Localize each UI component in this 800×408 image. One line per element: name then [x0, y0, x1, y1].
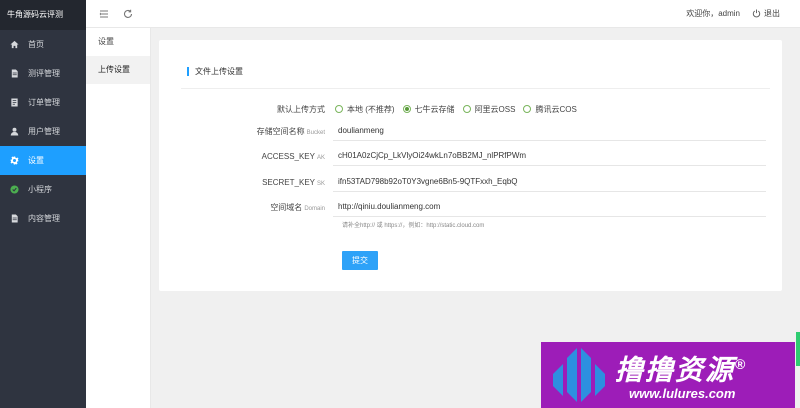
- watermark-url: www.lulures.com: [629, 386, 736, 402]
- sidebar-item-miniprogram[interactable]: 小程序: [0, 175, 86, 204]
- watermark-title-text: 撸撸资源: [615, 354, 736, 386]
- order-icon: [9, 98, 19, 108]
- sidebar-item-settings[interactable]: 设置: [0, 146, 86, 175]
- watermark-registered-mark: ®: [735, 355, 748, 372]
- secret-key-label-text: SECRET_KEY: [262, 177, 315, 187]
- domain-row: 空间域名 Domain: [159, 197, 782, 217]
- power-icon: [752, 9, 761, 18]
- radio-local[interactable]: 本地 (不推荐): [335, 104, 395, 115]
- secret-key-label-sub: SK: [316, 180, 325, 187]
- radio-aliyun-oss[interactable]: 阿里云OSS: [462, 104, 516, 115]
- radio-circle[interactable]: [462, 105, 471, 113]
- sidebar-item-content[interactable]: 内容管理: [0, 204, 86, 233]
- sidebar-item-home[interactable]: 首页: [0, 30, 86, 59]
- gear-icon: [9, 156, 19, 166]
- bucket-label-text: 存储空间名称: [256, 126, 305, 136]
- bucket-label-sub: Bucket: [306, 129, 325, 136]
- file-icon: [9, 214, 19, 224]
- settings-subnav: 设置 上传设置: [86, 28, 151, 408]
- top-header: 欢迎你，admin 退出: [86, 0, 800, 28]
- divider: [181, 88, 770, 89]
- domain-label: 空间域名 Domain: [159, 202, 333, 213]
- miniprogram-icon: [9, 185, 19, 195]
- header-user-area: 欢迎你，admin 退出: [686, 8, 800, 19]
- sidebar-item-label: 订单管理: [28, 98, 60, 107]
- sidebar-item-label: 测评管理: [28, 69, 60, 78]
- radio-label: 本地 (不推荐): [347, 104, 395, 114]
- radio-circle[interactable]: [523, 105, 532, 113]
- radio-label: 七牛云存储: [414, 104, 455, 114]
- secret-key-field: [333, 172, 766, 192]
- sidebar-item-label: 小程序: [28, 185, 52, 194]
- home-icon: [9, 40, 19, 50]
- watermark-text: 撸撸资源® www.lulures.com: [615, 348, 747, 402]
- secret-key-input[interactable]: [338, 177, 766, 186]
- upload-method-label: 默认上传方式: [159, 104, 333, 115]
- sidebar-item-orders[interactable]: 订单管理: [0, 88, 86, 117]
- access-key-label: ACCESS_KEY AK: [159, 152, 333, 161]
- watermark-title: 撸撸资源®: [615, 348, 747, 386]
- secret-key-label: SECRET_KEY SK: [159, 178, 333, 187]
- sidebar-item-label: 用户管理: [28, 127, 60, 136]
- secret-key-row: SECRET_KEY SK: [159, 172, 782, 192]
- radio-label: 阿里云OSS: [474, 104, 516, 114]
- radio-tencent-cos[interactable]: 腾讯云COS: [523, 104, 577, 115]
- user-icon: [9, 127, 19, 137]
- sidebar-item-label: 设置: [28, 156, 44, 165]
- watermark-logo-icon: [553, 348, 605, 402]
- domain-hint: 请补全http:// 或 https://，例如：http://static.c…: [342, 223, 485, 229]
- domain-label-text: 空间域名: [270, 202, 303, 212]
- logout-label: 退出: [764, 9, 780, 18]
- sidebar-item-users[interactable]: 用户管理: [0, 117, 86, 146]
- radio-label: 腾讯云COS: [535, 104, 577, 114]
- access-key-label-sub: AK: [316, 154, 325, 161]
- sidebar-item-label: 首页: [28, 40, 44, 49]
- bucket-field: [333, 121, 766, 141]
- sidebar-menu: 首页 测评管理 订单管理 用户管理 设置 小程序 内容管理: [0, 30, 86, 233]
- domain-input[interactable]: [338, 202, 766, 211]
- scroll-edge-indicator: [796, 332, 800, 366]
- upload-method-radio-group: 本地 (不推荐) 七牛云存储 阿里云OSS 腾讯云COS: [333, 104, 585, 115]
- bucket-row: 存储空间名称 Bucket: [159, 121, 782, 141]
- sidebar-item-review[interactable]: 测评管理: [0, 59, 86, 88]
- subnav-item-upload[interactable]: 上传设置: [86, 56, 150, 84]
- subnav-item-settings[interactable]: 设置: [86, 28, 150, 56]
- watermark-banner: 撸撸资源® www.lulures.com: [541, 342, 795, 408]
- access-key-row: ACCESS_KEY AK: [159, 146, 782, 166]
- menu-toggle-icon[interactable]: [98, 8, 110, 20]
- radio-circle[interactable]: [335, 105, 343, 113]
- radio-qiniu[interactable]: 七牛云存储: [402, 104, 455, 115]
- access-key-input[interactable]: [338, 151, 766, 160]
- logout-button[interactable]: 退出: [752, 8, 780, 19]
- upload-settings-card: 文件上传设置 默认上传方式 本地 (不推荐) 七牛云存储 阿里云OSS 腾讯云C…: [159, 40, 782, 291]
- radio-circle[interactable]: [402, 105, 411, 113]
- domain-field: [333, 197, 766, 217]
- sidebar-item-label: 内容管理: [28, 214, 60, 223]
- sidebar: 牛角源码云评测 首页 测评管理 订单管理 用户管理 设置 小程序 内容管理: [0, 0, 86, 408]
- refresh-icon[interactable]: [122, 8, 134, 20]
- upload-method-row: 默认上传方式 本地 (不推荐) 七牛云存储 阿里云OSS 腾讯云COS: [159, 99, 782, 119]
- submit-button[interactable]: 提交: [342, 251, 378, 270]
- brand-title: 牛角源码云评测: [0, 0, 86, 30]
- domain-label-sub: Domain: [304, 205, 325, 212]
- welcome-text: 欢迎你，admin: [686, 9, 740, 18]
- card-title: 文件上传设置: [187, 67, 243, 76]
- access-key-label-text: ACCESS_KEY: [261, 151, 315, 161]
- file-icon: [9, 69, 19, 79]
- bucket-input[interactable]: [338, 126, 766, 135]
- bucket-label: 存储空间名称 Bucket: [159, 126, 333, 137]
- upload-method-label-text: 默认上传方式: [277, 104, 325, 114]
- access-key-field: [333, 146, 766, 166]
